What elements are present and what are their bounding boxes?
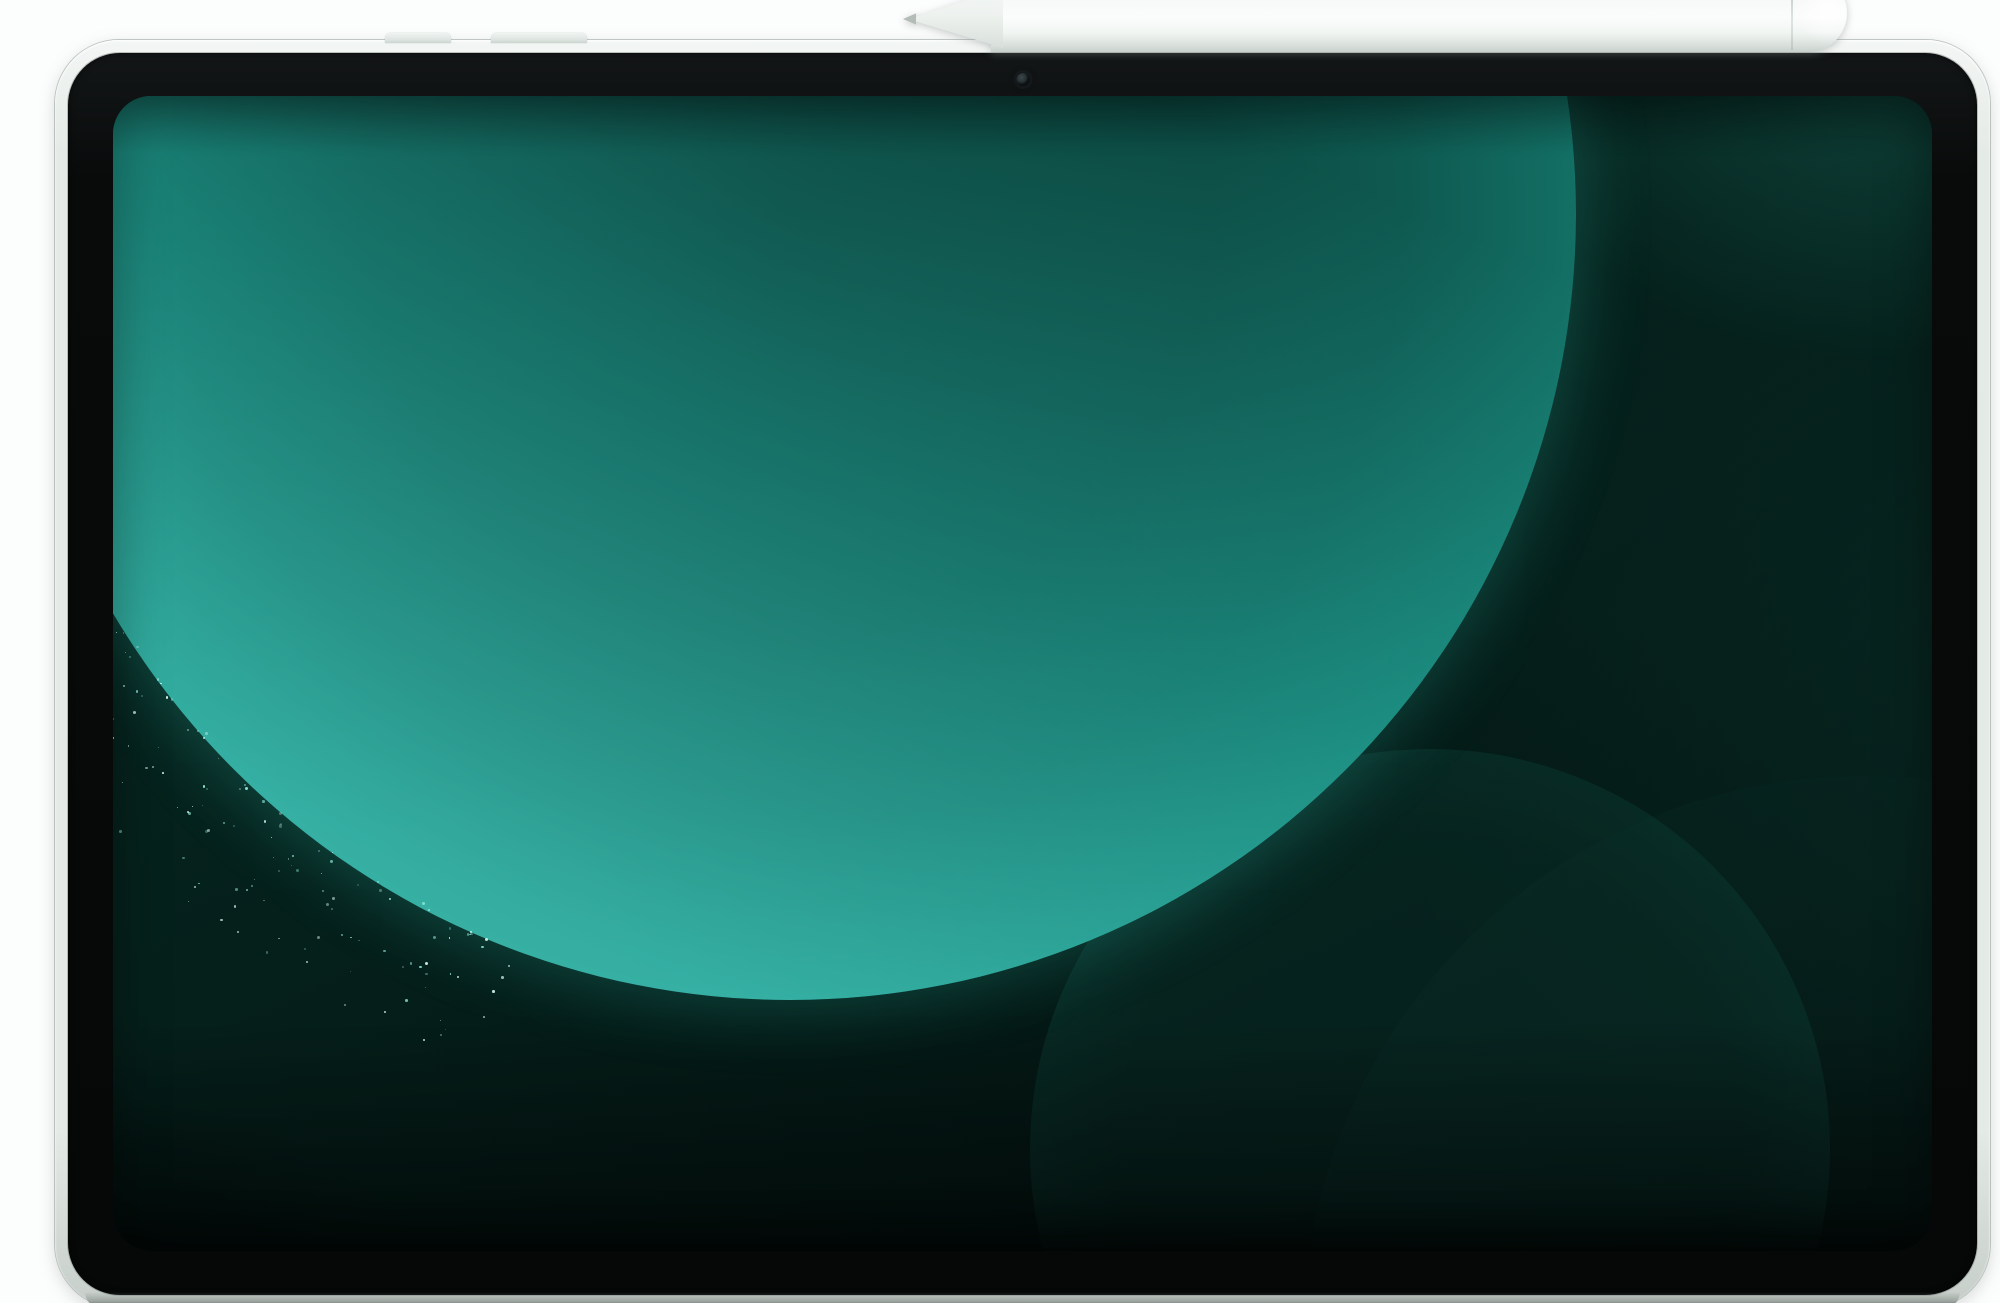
tablet-screen [113, 96, 1932, 1251]
product-photo [0, 0, 2000, 1303]
s-pen-seam [1791, 0, 1793, 50]
s-pen-nib [903, 12, 916, 26]
volume-button [385, 33, 451, 43]
frame-bottom-edge [85, 1292, 1960, 1303]
screen-vignette [113, 96, 1932, 1251]
tablet-bezel [68, 53, 1977, 1295]
tablet-device [55, 40, 1990, 1303]
power-button [491, 33, 587, 43]
s-pen-stylus [903, 0, 1847, 52]
s-pen-body [991, 0, 1847, 52]
front-camera [1016, 73, 1029, 86]
s-pen-tip [909, 0, 1003, 48]
